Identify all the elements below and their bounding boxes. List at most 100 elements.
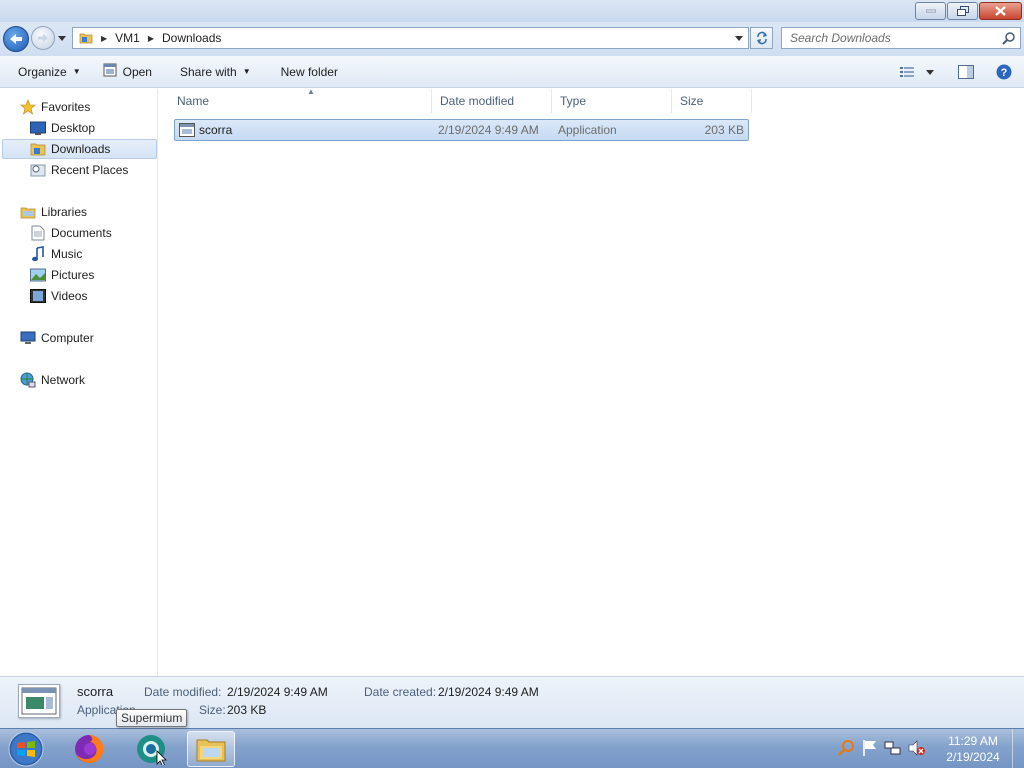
- taskbar-firefox[interactable]: [65, 731, 113, 767]
- view-controls: ?: [894, 59, 1024, 85]
- nav-label: Network: [41, 373, 86, 387]
- nav-music[interactable]: Music: [30, 244, 82, 264]
- star-icon: [20, 99, 36, 115]
- share-with-label: Share with: [179, 64, 237, 79]
- windows-logo-icon: [8, 731, 44, 767]
- forward-button[interactable]: [31, 26, 55, 50]
- computer-icon: [20, 330, 36, 346]
- file-type: Application: [558, 123, 617, 137]
- taskbar-tooltip: Supermium: [116, 709, 188, 727]
- details-view-icon: [900, 67, 914, 77]
- svg-text:?: ?: [1001, 67, 1008, 79]
- breadcrumb-separator-icon[interactable]: ▶: [95, 34, 113, 43]
- nav-libraries[interactable]: Libraries: [20, 202, 87, 222]
- chevron-down-icon: ▼: [242, 67, 251, 76]
- supermium-icon: [137, 735, 167, 765]
- file-date-modified: 2/19/2024 9:49 AM: [438, 123, 539, 137]
- nav-desktop[interactable]: Desktop: [30, 118, 95, 138]
- nav-downloads[interactable]: Downloads: [2, 139, 157, 159]
- window-controls: [915, 2, 1022, 20]
- show-desktop-button[interactable]: [1012, 729, 1024, 768]
- nav-label: Music: [51, 247, 83, 261]
- taskbar: 11:29 AM 2/19/2024: [0, 728, 1024, 768]
- volume-muted-icon[interactable]: [908, 739, 926, 760]
- open-app-icon: [103, 63, 117, 80]
- help-button[interactable]: ?: [990, 59, 1018, 85]
- arrow-left-icon: [10, 34, 22, 44]
- new-folder-button[interactable]: New folder: [273, 59, 346, 85]
- nav-label: Computer: [41, 331, 94, 345]
- nav-label: Videos: [51, 289, 88, 303]
- desktop-icon: [30, 120, 46, 136]
- title-bar: [0, 0, 1024, 22]
- file-row[interactable]: scorra 2/19/2024 9:49 AM Application 203…: [174, 119, 749, 141]
- folder-icon: [73, 28, 95, 48]
- nav-recent-places[interactable]: Recent Places: [30, 160, 128, 180]
- search-icon[interactable]: [1002, 31, 1016, 48]
- organize-label: Organize: [18, 64, 67, 79]
- details-date-created-label: Date created:: [364, 685, 437, 699]
- arrow-right-icon: [38, 34, 48, 42]
- chevron-down-icon: [58, 35, 66, 41]
- open-button[interactable]: Open: [95, 59, 160, 85]
- column-header-name[interactable]: Name ▲: [169, 87, 432, 113]
- column-header-size[interactable]: Size: [672, 89, 752, 113]
- system-clock[interactable]: 11:29 AM 2/19/2024: [940, 733, 1006, 765]
- organize-button[interactable]: Organize ▼: [10, 59, 89, 85]
- breadcrumb-separator-icon[interactable]: ▶: [142, 34, 160, 43]
- close-button[interactable]: [979, 2, 1022, 20]
- nav-computer[interactable]: Computer: [20, 328, 94, 348]
- back-button[interactable]: [3, 26, 29, 52]
- column-header-label: Type: [560, 94, 587, 108]
- change-view-button[interactable]: [894, 59, 922, 85]
- nav-videos[interactable]: Videos: [30, 286, 87, 306]
- search-icon[interactable]: [838, 739, 856, 760]
- nav-label: Libraries: [41, 205, 88, 219]
- taskbar-supermium[interactable]: [127, 731, 175, 767]
- address-row: ▶ VM1 ▶ Downloads: [0, 22, 1024, 56]
- column-header-label: Name: [177, 94, 210, 108]
- address-dropdown-button[interactable]: [732, 31, 746, 45]
- chevron-down-icon: [735, 35, 743, 41]
- breadcrumb-downloads[interactable]: Downloads: [160, 28, 223, 48]
- details-date-modified: 2/19/2024 9:49 AM: [227, 685, 328, 699]
- navigation-pane: Favorites Desktop Downloads Recent Place…: [0, 89, 158, 676]
- downloads-folder-icon: [30, 141, 46, 157]
- system-tray: [838, 739, 926, 760]
- recent-pages-dropdown[interactable]: [57, 33, 67, 43]
- nav-label: Downloads: [51, 142, 111, 156]
- nav-documents[interactable]: Documents: [30, 223, 112, 243]
- share-with-button[interactable]: Share with ▼: [172, 59, 259, 85]
- minimize-button[interactable]: [915, 2, 946, 20]
- refresh-icon: [756, 31, 767, 45]
- column-header-type[interactable]: Type: [552, 89, 672, 113]
- details-date-modified-label: Date modified:: [144, 685, 222, 699]
- preview-pane-button[interactable]: [952, 59, 980, 85]
- network-icon[interactable]: [884, 739, 902, 760]
- nav-label: Recent Places: [51, 163, 129, 177]
- recent-places-icon: [30, 162, 46, 178]
- nav-label: Pictures: [51, 268, 95, 282]
- details-file-name: scorra: [77, 684, 114, 699]
- nav-favorites[interactable]: Favorites: [20, 97, 90, 117]
- start-button[interactable]: [6, 731, 46, 767]
- nav-network[interactable]: Network: [20, 370, 85, 390]
- action-center-flag-icon[interactable]: [862, 739, 878, 760]
- refresh-button[interactable]: [750, 27, 773, 49]
- nav-label: Desktop: [51, 121, 96, 135]
- address-bar[interactable]: ▶ VM1 ▶ Downloads: [72, 27, 749, 49]
- breadcrumb-vm1[interactable]: VM1: [113, 28, 142, 48]
- details-size: 203 KB: [227, 703, 267, 717]
- details-date-created: 2/19/2024 9:49 AM: [438, 685, 539, 699]
- nav-pictures[interactable]: Pictures: [30, 265, 94, 285]
- search-input[interactable]: [790, 31, 995, 45]
- file-name: scorra: [199, 123, 233, 137]
- column-header-label: Size: [680, 94, 704, 108]
- chevron-down-icon: [926, 69, 934, 75]
- column-header-date-modified[interactable]: Date modified: [432, 89, 552, 113]
- preview-pane-icon: [958, 65, 974, 79]
- details-size-label: Size:: [199, 703, 226, 717]
- view-options-dropdown[interactable]: [922, 59, 938, 85]
- taskbar-explorer[interactable]: [187, 731, 235, 767]
- restore-button[interactable]: [947, 2, 978, 20]
